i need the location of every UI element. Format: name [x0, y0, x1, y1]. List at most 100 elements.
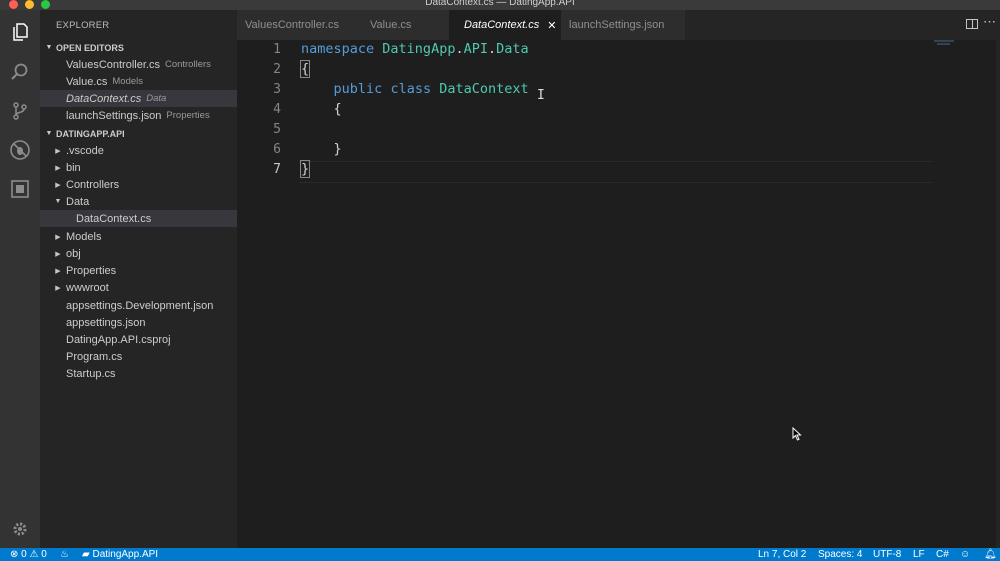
- cursor-position[interactable]: Ln 7, Col 2: [758, 548, 806, 561]
- tree-item-label: bin: [66, 161, 81, 174]
- encoding[interactable]: UTF-8: [873, 548, 901, 561]
- folder-indicator[interactable]: ▰ DatingApp.API: [82, 548, 158, 561]
- class-name: DataContext: [439, 81, 529, 97]
- source-control-icon[interactable]: [8, 99, 32, 123]
- tree-item-label: Models: [66, 230, 102, 243]
- vertical-scrollbar[interactable]: [996, 40, 1000, 548]
- explorer-title: EXPLORER: [56, 20, 110, 31]
- code-line-1: namespace DatingApp.API.Data: [301, 41, 529, 57]
- notifications-icon[interactable]: 🔔︎: [984, 548, 997, 561]
- chevron-right-icon: ▶: [55, 164, 61, 172]
- tree-item-label: DatingApp.API.csproj: [66, 333, 171, 346]
- tree-folder-models[interactable]: ▶ Models: [40, 228, 237, 245]
- keyword-class: class: [390, 81, 432, 97]
- status-bar: ⊗ 0 ⚠ 0 ♨ ▰ DatingApp.API Ln 7, Col 2 Sp…: [0, 548, 1000, 561]
- project-section[interactable]: ▼ DATINGAPP.API: [40, 125, 237, 142]
- tree-folder-properties[interactable]: ▶ Properties: [40, 262, 237, 279]
- tree-folder-wwwroot[interactable]: ▶ wwwroot: [40, 279, 237, 296]
- open-editor-item[interactable]: ValuesController.cs Controllers: [40, 56, 237, 73]
- dot: .: [455, 41, 464, 57]
- problems-indicator[interactable]: ⊗ 0 ⚠ 0: [10, 548, 47, 561]
- project-label: DATINGAPP.API: [56, 128, 125, 139]
- open-editor-item[interactable]: launchSettings.json Properties: [40, 107, 237, 124]
- open-editors-section[interactable]: ▼ OPEN EDITORS: [40, 39, 237, 56]
- tree-folder-vscode[interactable]: ▶ .vscode: [40, 142, 237, 159]
- open-editor-folder: Data: [146, 93, 167, 104]
- code-line-4: {: [301, 101, 342, 117]
- more-actions-icon[interactable]: ⋯: [983, 14, 996, 30]
- code-editor[interactable]: 1 2 3 4 5 6 7 namespace DatingApp.API.Da…: [237, 40, 1000, 548]
- tab-launchsettings[interactable]: launchSettings.json: [561, 10, 685, 40]
- tree-item-label: appsettings.json: [66, 316, 146, 329]
- close-brace: }: [333, 141, 342, 157]
- open-editor-item[interactable]: Value.cs Models: [40, 73, 237, 90]
- close-brace: }: [299, 160, 311, 178]
- open-editor-folder: Models: [112, 76, 143, 87]
- editor-tabs: ValuesController.cs Value.cs DataContext…: [237, 10, 1000, 40]
- line-number-current: 7: [273, 162, 281, 177]
- minimap[interactable]: [934, 40, 956, 46]
- tree-file[interactable]: DatingApp.API.csproj: [40, 331, 237, 348]
- chevron-right-icon: ▶: [55, 250, 61, 258]
- warning-icon: ⚠: [29, 549, 39, 560]
- tab-value[interactable]: Value.cs: [354, 10, 449, 40]
- tree-item-label: Program.cs: [66, 350, 123, 363]
- open-editors-label: OPEN EDITORS: [56, 42, 124, 53]
- error-count: 0: [21, 549, 27, 560]
- chevron-down-icon: ▼: [54, 198, 62, 205]
- tab-label: launchSettings.json: [569, 19, 665, 31]
- tree-folder-bin[interactable]: ▶ bin: [40, 159, 237, 176]
- namespace-part: DatingApp: [382, 41, 456, 57]
- debug-icon[interactable]: [8, 138, 32, 162]
- tree-item-label: Controllers: [66, 178, 120, 191]
- open-editor-name: Value.cs: [66, 75, 108, 88]
- line-number: 2: [273, 62, 281, 77]
- tree-file-datacontext[interactable]: DataContext.cs: [40, 210, 237, 227]
- tab-datacontext[interactable]: DataContext.cs ✕: [449, 10, 561, 40]
- line-number: 3: [273, 82, 281, 97]
- split-editor-icon[interactable]: [966, 19, 978, 29]
- sync-icon[interactable]: ♨: [60, 548, 69, 561]
- feedback-icon[interactable]: ☺: [960, 548, 970, 561]
- code-line-3: public class DataContext: [301, 81, 529, 97]
- search-icon[interactable]: [8, 60, 32, 84]
- close-icon[interactable]: ✕: [547, 19, 556, 32]
- open-editor-name: ValuesController.cs: [66, 58, 160, 71]
- chevron-right-icon: ▶: [55, 147, 61, 155]
- open-editor-item-active[interactable]: DataContext.cs Data: [40, 90, 237, 107]
- tab-label: Value.cs: [370, 19, 412, 31]
- tree-folder-controllers[interactable]: ▶ Controllers: [40, 176, 237, 193]
- tree-file[interactable]: Startup.cs: [40, 365, 237, 382]
- open-brace: {: [333, 101, 342, 117]
- tree-folder-obj[interactable]: ▶ obj: [40, 245, 237, 262]
- line-ending[interactable]: LF: [913, 548, 925, 561]
- tree-item-label: wwwroot: [66, 281, 109, 294]
- open-editor-folder: Properties: [166, 110, 210, 121]
- window-title: DataContext.cs — DatingApp.API: [425, 0, 575, 8]
- chevron-right-icon: ▶: [55, 233, 61, 241]
- chevron-right-icon: ▶: [55, 267, 61, 275]
- keyword-namespace: namespace: [301, 41, 375, 57]
- tab-valuescontroller[interactable]: ValuesController.cs: [237, 10, 354, 40]
- extensions-icon[interactable]: [8, 177, 32, 201]
- language-mode[interactable]: C#: [936, 548, 949, 561]
- tab-label: DataContext.cs: [464, 19, 540, 31]
- line-number: 4: [273, 102, 281, 117]
- tree-item-label: Startup.cs: [66, 367, 116, 380]
- namespace-part: Data: [496, 41, 529, 57]
- folder-name: DatingApp.API: [92, 549, 159, 560]
- line-number: 5: [273, 122, 281, 137]
- tree-item-label: Data: [66, 195, 90, 208]
- chevron-down-icon: ▼: [45, 130, 53, 137]
- open-brace: {: [299, 60, 311, 78]
- tree-file[interactable]: appsettings.Development.json: [40, 297, 237, 314]
- files-icon[interactable]: [8, 20, 32, 44]
- tree-file[interactable]: appsettings.json: [40, 314, 237, 331]
- tab-label: ValuesController.cs: [245, 19, 339, 31]
- tree-file[interactable]: Program.cs: [40, 348, 237, 365]
- gear-icon[interactable]: [8, 517, 32, 541]
- tree-folder-data[interactable]: ▼ Data: [40, 193, 237, 210]
- current-line-highlight: [299, 161, 933, 183]
- activity-bar: [0, 10, 40, 548]
- indentation[interactable]: Spaces: 4: [818, 548, 862, 561]
